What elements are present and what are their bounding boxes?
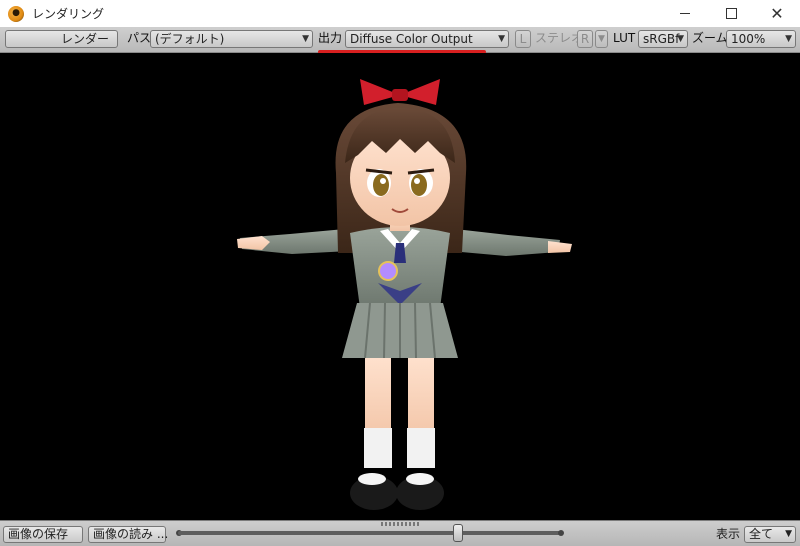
lut-value: sRGBf xyxy=(643,32,680,46)
maximize-button[interactable] xyxy=(708,0,754,27)
frame-slider-thumb[interactable] xyxy=(453,524,463,542)
close-button[interactable]: ✕ xyxy=(754,0,800,27)
zoom-value: 100% xyxy=(731,32,766,46)
maximize-icon xyxy=(725,8,737,19)
frame-slider-track[interactable] xyxy=(178,531,562,535)
close-icon: ✕ xyxy=(770,3,784,23)
lut-dropdown[interactable]: sRGBf ▼ xyxy=(638,30,688,48)
output-label: 出力 xyxy=(318,31,343,45)
save-image-button[interactable]: 画像の保存 xyxy=(3,526,83,543)
window-title: レンダリング xyxy=(32,7,105,21)
lut-label: LUT xyxy=(613,31,636,45)
display-dropdown[interactable]: 全て ▼ xyxy=(744,526,796,543)
resize-grip[interactable] xyxy=(381,522,421,526)
pass-dropdown[interactable]: (デフォルト) ▼ xyxy=(150,30,313,48)
zoom-dropdown[interactable]: 100% ▼ xyxy=(726,30,796,48)
title-bar: ● レンダリング ✕ xyxy=(0,0,800,27)
rendered-character-image xyxy=(237,79,572,510)
pass-label: パス xyxy=(127,31,152,45)
chevron-down-icon: ▼ xyxy=(302,34,309,44)
chevron-down-icon: ▼ xyxy=(498,34,505,44)
output-value: Diffuse Color Output xyxy=(350,32,473,46)
zoom-label: ズーム xyxy=(692,31,728,45)
stereo-label: ステレオ xyxy=(535,31,584,45)
display-label: 表示 xyxy=(716,527,741,541)
renderer-label: レンダー xyxy=(60,32,109,46)
chevron-down-icon: ▼ xyxy=(785,529,792,539)
slider-end-dot xyxy=(558,530,564,536)
chevron-down-icon: ▼ xyxy=(785,34,792,44)
chevron-down-icon: ▼ xyxy=(677,34,684,44)
output-dropdown[interactable]: Diffuse Color Output ▼ xyxy=(345,30,509,48)
load-image-button[interactable]: 画像の読み ... xyxy=(88,526,168,543)
minimize-button[interactable] xyxy=(662,0,708,27)
renderer-app-icon: ● xyxy=(8,5,24,22)
minimize-icon xyxy=(680,13,690,14)
right-eye-button[interactable]: R xyxy=(577,30,593,48)
render-viewport[interactable] xyxy=(0,53,800,520)
pass-value: (デフォルト) xyxy=(155,32,225,46)
stereo-dropdown-icon[interactable]: ▼ xyxy=(595,30,608,48)
renderer-dropdown[interactable]: レンダー xyxy=(5,30,118,48)
display-value: 全て xyxy=(749,527,774,541)
left-eye-button[interactable]: L xyxy=(515,30,531,48)
